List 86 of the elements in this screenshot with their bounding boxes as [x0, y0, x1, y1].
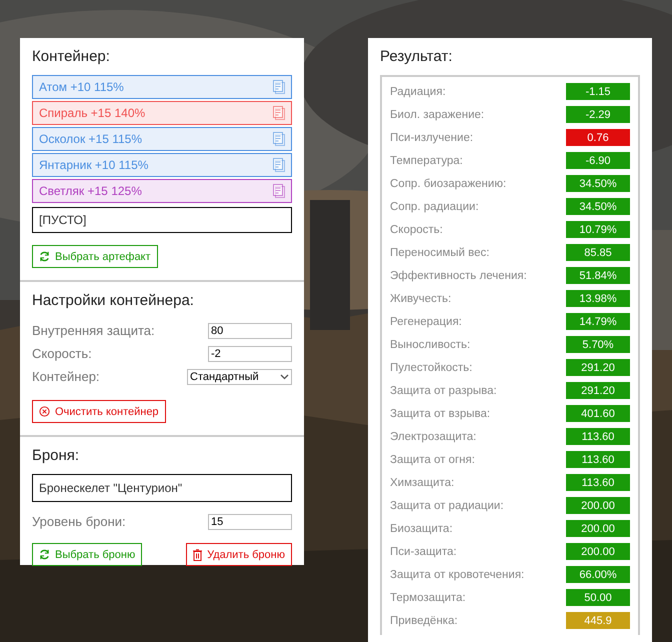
input-field[interactable]: 15: [208, 514, 292, 530]
document-icon: [273, 184, 285, 198]
stat-value: 13.98%: [566, 290, 630, 307]
document-icon: [273, 80, 285, 94]
artifact-label: Осколок +15 115%: [39, 132, 142, 146]
stat-label: Электрозащита:: [390, 430, 476, 442]
document-icon: [273, 132, 285, 146]
stat-value: -6.90: [566, 152, 630, 169]
armor-slot[interactable]: Бронескелет "Центурион": [32, 474, 292, 502]
stat-value: 66.00%: [566, 566, 630, 583]
section-title: Результат:: [380, 48, 454, 65]
field-label: Уровень брони:: [32, 514, 126, 529]
stat-label: Защита от взрыва:: [390, 408, 490, 420]
stat-label: Защита от кровотечения:: [390, 568, 524, 580]
stat-label: Регенерация:: [390, 316, 462, 328]
refresh-icon: [39, 549, 50, 560]
stat-label: Пулестойкость:: [390, 362, 472, 374]
artifact-label: Янтарник +10 115%: [39, 158, 148, 172]
artifact-slot[interactable]: Светляк +15 125%: [32, 179, 292, 203]
pick-artifact-button[interactable]: Выбрать артефакт: [32, 245, 158, 268]
stat-label: Пси-излучение:: [390, 132, 474, 144]
section-title: Настройки контейнера:: [32, 292, 195, 309]
stat-value: 113.60: [566, 451, 630, 468]
stat-label: Термозащита:: [390, 592, 466, 604]
stat-label: Защита от разрыва:: [390, 384, 497, 396]
artifact-slot[interactable]: Осколок +15 115%: [32, 127, 292, 151]
stat-label: Скорость:: [390, 224, 443, 236]
stat-label: Биозащита:: [390, 522, 453, 534]
stat-value: 50.00: [566, 589, 630, 606]
stat-label: Выносливость:: [390, 338, 470, 350]
refresh-icon: [39, 251, 50, 262]
stat-value: -2.29: [566, 106, 630, 123]
stat-value: 85.85: [566, 244, 630, 261]
stat-label: Химзащита:: [390, 476, 454, 488]
stat-value: 0.76: [566, 129, 630, 146]
stat-label: Температура:: [390, 154, 463, 166]
stat-label: Защита от огня:: [390, 454, 475, 466]
stat-value: 10.79%: [566, 221, 630, 238]
stat-value: 401.60: [566, 405, 630, 422]
input-field[interactable]: -2: [208, 346, 292, 362]
container-select[interactable]: Стандартный: [187, 368, 292, 384]
field-label: Скорость:: [32, 346, 92, 361]
stat-value: 14.79%: [566, 313, 630, 330]
stat-value: 34.50%: [566, 198, 630, 215]
stat-value: 291.20: [566, 382, 630, 399]
stat-value: 200.00: [566, 497, 630, 514]
stat-label: Переносимый вес:: [390, 246, 490, 258]
stat-value: 51.84%: [566, 267, 630, 284]
trash-icon: [193, 548, 202, 560]
cancel-icon: [39, 406, 50, 417]
stat-value: 113.60: [566, 428, 630, 445]
section-title: Броня:: [32, 447, 80, 464]
stat-value: 291.20: [566, 359, 630, 376]
empty-slot[interactable]: [ПУСТО]: [32, 207, 292, 233]
stat-value: 200.00: [566, 543, 630, 560]
stat-value: 34.50%: [566, 175, 630, 192]
stat-value: -1.15: [566, 83, 630, 100]
stat-label: Радиация:: [390, 86, 446, 98]
stat-label: Пси-защита:: [390, 546, 457, 558]
stat-label: Эффективность лечения:: [390, 270, 527, 282]
artifact-slot[interactable]: Атом +10 115%: [32, 75, 292, 99]
document-icon: [273, 106, 285, 120]
document-icon: [273, 158, 285, 172]
stat-label: Сопр. радиации:: [390, 200, 479, 212]
stat-label: Биол. заражение:: [390, 108, 484, 120]
delete-armor-button[interactable]: Удалить броню: [186, 543, 292, 566]
stat-value: 113.60: [566, 474, 630, 491]
stat-label: Приведёнка:: [390, 614, 458, 626]
stat-value: 200.00: [566, 520, 630, 537]
artifact-label: Светляк +15 125%: [39, 184, 142, 198]
pick-armor-button[interactable]: Выбрать броню: [32, 543, 142, 566]
stat-value: 445.9: [566, 612, 630, 629]
artifact-label: Атом +10 115%: [39, 80, 124, 94]
section-title: Контейнер:: [32, 48, 111, 65]
stat-value: 5.70%: [566, 336, 630, 353]
stat-label: Сопр. биозаражению:: [390, 178, 506, 190]
clear-container-button[interactable]: Очистить контейнер: [32, 400, 166, 423]
chevron-icon: [280, 374, 289, 380]
field-label: Контейнер:: [32, 369, 100, 384]
stat-label: Защита от радиации:: [390, 500, 504, 512]
artifact-slot[interactable]: Спираль +15 140%: [32, 101, 292, 125]
artifact-slot[interactable]: Янтарник +10 115%: [32, 153, 292, 177]
stat-label: Живучесть:: [390, 292, 452, 304]
input-field[interactable]: 80: [208, 322, 292, 338]
field-label: Внутренняя защита:: [32, 323, 155, 338]
artifact-label: Спираль +15 140%: [39, 106, 146, 120]
